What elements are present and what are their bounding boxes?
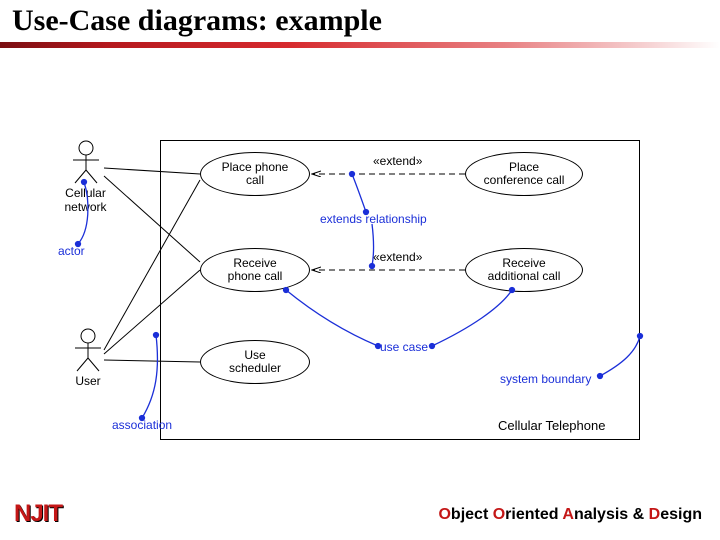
footer-accent-d: D [649, 506, 661, 523]
slide: Use-Case diagrams: example Cellular Tele… [0, 0, 720, 540]
usecase-place-phone-call: Place phone call [200, 152, 310, 196]
stereotype-extend-1: «extend» [373, 154, 422, 168]
stick-figure-icon [71, 328, 105, 372]
title-rule [0, 42, 720, 48]
logo-njit: NJIT [14, 500, 62, 528]
footer-accent-a: A [562, 506, 574, 523]
footer-word-oriented: riented [505, 506, 562, 523]
usecase-receive-additional-call: Receive additional call [465, 248, 583, 292]
footer-word-analysis: nalysis & [574, 506, 649, 523]
annotation-association: association [112, 418, 172, 432]
actor-label: Cellular network [58, 186, 113, 214]
system-label: Cellular Telephone [498, 418, 605, 433]
footer-text: Object Oriented Analysis & Design [438, 506, 702, 524]
footer-word-design: esign [660, 506, 702, 523]
annotation-use-case: use case [380, 340, 428, 354]
usecase-receive-phone-call: Receive phone call [200, 248, 310, 292]
actor-user: User [68, 328, 108, 388]
stereotype-extend-2: «extend» [373, 250, 422, 264]
page-title: Use-Case diagrams: example [12, 4, 382, 38]
use-case-diagram: Cellular Telephone Cellular network User [60, 140, 660, 460]
footer-accent-o2: O [493, 506, 505, 523]
footer-word-object: bject [451, 506, 493, 523]
annotation-system-boundary: system boundary [500, 372, 591, 386]
annotation-extends-relationship: extends relationship [320, 212, 427, 226]
usecase-use-scheduler: Use scheduler [200, 340, 310, 384]
actor-cellular-network: Cellular network [58, 140, 113, 214]
stick-figure-icon [69, 140, 103, 184]
actor-label: User [68, 374, 108, 388]
usecase-place-conference-call: Place conference call [465, 152, 583, 196]
annotation-actor: actor [58, 244, 85, 258]
footer-accent-o1: O [438, 506, 450, 523]
